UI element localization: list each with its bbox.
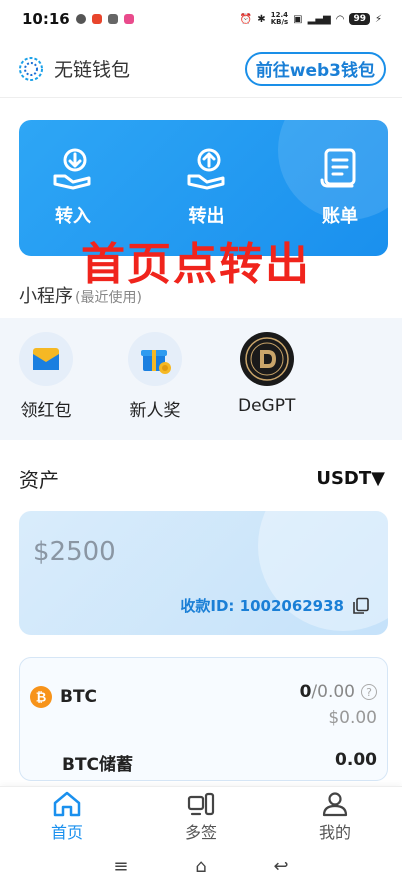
bill-button[interactable]: 账单 [312, 146, 368, 256]
battery-indicator: 99 [349, 13, 370, 25]
brand: 无链钱包 [18, 55, 130, 82]
nav-profile-label: 我的 [318, 822, 351, 842]
coin-fiat-value: $0.00 [328, 708, 377, 728]
app-header: 无链钱包 前往web3钱包 [0, 40, 402, 98]
savings-value: 0.00 [335, 750, 377, 770]
mini-item-label: DeGPT [238, 396, 296, 416]
degpt-logo-icon [239, 332, 294, 386]
nav-home-label: 首页 [50, 822, 83, 842]
transfer-in-label: 转入 [55, 206, 91, 227]
wechat-notification-icon [75, 14, 86, 24]
coin-card-btc[interactable]: ₿ BTC 0/0.00 ? $0.00 BTC储蓄 0.00 [19, 657, 388, 781]
home-icon [53, 791, 81, 816]
savings-label: BTC储蓄 [62, 755, 134, 775]
bill-icon [320, 148, 356, 188]
web3-wallet-button[interactable]: 前往web3钱包 [244, 51, 386, 86]
transfer-out-label: 转出 [188, 206, 225, 227]
balance-amount: $2500 [33, 537, 116, 567]
transfer-out-button[interactable]: 转出 [179, 146, 235, 256]
menu-icon[interactable]: ≡ [113, 858, 128, 876]
balance-card: $2500 收款ID: 1002062938 [19, 511, 388, 635]
help-icon[interactable]: ? [361, 684, 377, 700]
mini-programs-panel: 领红包 新人奖 DeGPT [0, 318, 402, 440]
mini-item-newcomer-reward[interactable]: 新人奖 [128, 332, 182, 421]
receive-id-text: 收款ID: 1002062938 [180, 597, 344, 615]
alarm-icon: ⏰ [239, 13, 253, 25]
app-name: 无链钱包 [54, 59, 131, 81]
mini-item-label: 新人奖 [129, 401, 181, 421]
mini-item-degpt[interactable]: DeGPT [238, 332, 295, 416]
assets-header: 资产 USDT▼ [19, 464, 385, 493]
coin-held: 0 [299, 682, 312, 702]
hd-icon: ▣ [293, 13, 303, 25]
coin-row: ₿ BTC [30, 686, 97, 708]
red-packet-icon [19, 332, 73, 386]
copy-icon[interactable] [352, 597, 370, 615]
app-notification-icon-3 [123, 14, 134, 24]
mini-programs-title: 小程序 [19, 286, 73, 307]
coin-symbol: BTC [60, 687, 98, 707]
nav-multisig-label: 多签 [184, 822, 217, 842]
bill-label: 账单 [322, 206, 358, 227]
bluetooth-icon: ✱ [257, 13, 266, 25]
coin-amount: 0/0.00 ? [300, 682, 377, 702]
back-icon[interactable]: ↩ [273, 858, 288, 876]
transfer-in-button[interactable]: 转入 [45, 146, 101, 256]
app-notification-icon [91, 14, 102, 24]
status-bar: 10:16 ⏰ ✱ 12.4 KB/s ▣ ▂▄▆ ◠ 99 ⚡ [0, 0, 402, 38]
currency-selector[interactable]: USDT▼ [316, 468, 385, 489]
wifi-icon: ◠ [335, 13, 345, 25]
mini-programs-subtitle: (最近使用) [75, 290, 142, 306]
network-speed: 12.4 KB/s [271, 12, 288, 26]
system-navigation-bar: ≡ ⌂ ↩ [0, 846, 402, 876]
status-left: 10:16 [22, 10, 134, 28]
gift-icon [128, 332, 182, 386]
assets-title: 资产 [19, 468, 59, 492]
action-card: 转入 转出 账单 [19, 120, 388, 256]
transfer-out-icon [187, 148, 224, 190]
bitcoin-icon: ₿ [30, 686, 52, 708]
multisig-icon [187, 792, 215, 815]
mini-item-label: 领红包 [20, 401, 72, 421]
system-home-icon[interactable]: ⌂ [195, 858, 206, 876]
mini-programs-header: 小程序 (最近使用) [19, 282, 142, 308]
nav-profile[interactable]: 我的 [285, 787, 385, 846]
profile-icon [322, 791, 348, 816]
signal-icon: ▂▄▆ [307, 13, 331, 25]
speed-unit: KB/s [270, 18, 289, 26]
charging-icon: ⚡ [374, 13, 382, 25]
receive-id-row: 收款ID: 1002062938 [180, 595, 370, 616]
app-logo-icon [19, 56, 43, 81]
nav-multisig[interactable]: 多签 [151, 787, 251, 846]
svg-text:₿: ₿ [36, 691, 47, 706]
status-time: 10:16 [22, 10, 70, 28]
app-notification-icon-2 [107, 14, 118, 24]
nav-home[interactable]: 首页 [17, 787, 117, 846]
status-right: ⏰ ✱ 12.4 KB/s ▣ ▂▄▆ ◠ 99 ⚡ [240, 12, 382, 26]
bottom-nav: 首页 多签 我的 [0, 786, 402, 846]
mini-item-red-packet[interactable]: 领红包 [19, 332, 73, 421]
coin-total: /0.00 [311, 682, 355, 702]
transfer-in-icon [53, 148, 91, 190]
